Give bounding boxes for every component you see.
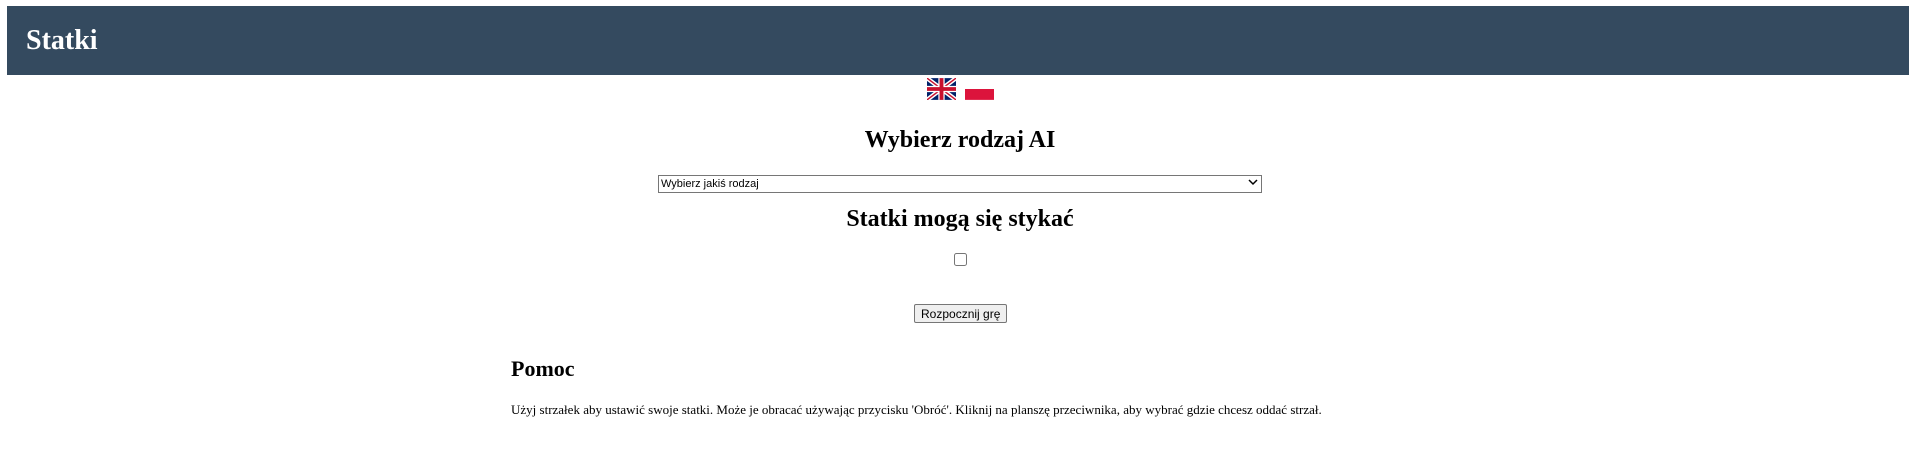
- help-text: Użyj strzałek aby ustawić swoje statki. …: [511, 402, 1322, 417]
- ai-type-select[interactable]: Wybierz jakiś rodzaj: [658, 175, 1262, 193]
- ships-touch-checkbox-wrapper: [954, 253, 967, 271]
- ships-touch-heading: Statki mogą się stykać: [846, 206, 1074, 232]
- ships-touch-checkbox[interactable]: [954, 253, 967, 266]
- language-switcher: [927, 78, 994, 100]
- uk-flag-icon[interactable]: [927, 78, 956, 100]
- help-heading: Pomoc: [511, 356, 575, 381]
- app-header: Statki: [7, 6, 1909, 75]
- ai-type-select-wrapper: Wybierz jakiś rodzaj: [658, 174, 1262, 193]
- start-game-button[interactable]: Rozpocznij grę: [914, 304, 1008, 323]
- poland-flag-icon[interactable]: [965, 78, 994, 100]
- app-title: Statki: [26, 24, 98, 56]
- ai-type-heading: Wybierz rodzaj AI: [864, 127, 1056, 153]
